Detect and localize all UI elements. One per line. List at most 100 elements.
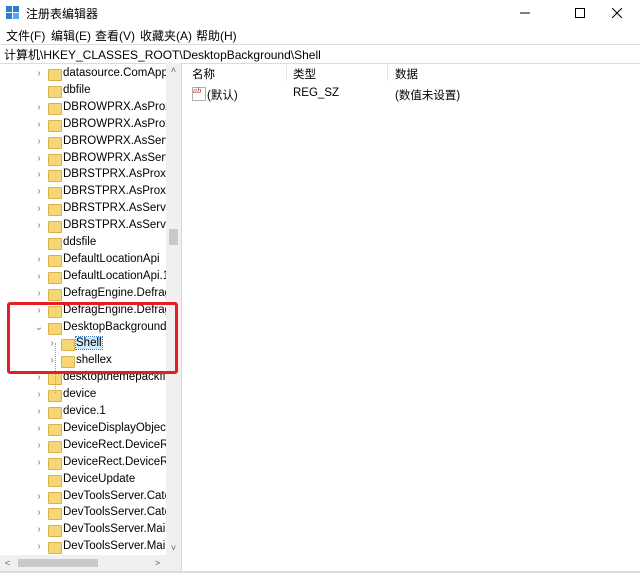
menu-edit[interactable]: 编辑(E) (51, 27, 91, 44)
menu-help[interactable]: 帮助(H) (196, 27, 237, 44)
expand-arrow-icon[interactable]: › (34, 102, 44, 114)
tree-item-label: DevToolsServer.Categ (63, 506, 178, 519)
expand-arrow-icon (34, 237, 44, 249)
expand-arrow-icon[interactable]: › (34, 169, 44, 181)
folder-icon (48, 271, 62, 284)
tree-item[interactable]: › DefaultLocationApi (0, 252, 166, 269)
value-data: (数值未设置) (395, 90, 461, 102)
scroll-thumb[interactable] (169, 229, 178, 245)
tree-item-label: DefaultLocationApi.1 (63, 269, 170, 282)
tree-item[interactable]: › DBROWPRX.AsServer (0, 134, 181, 151)
tree-item[interactable]: › DBROWPRX.AsProxy (0, 100, 177, 117)
folder-icon (48, 508, 62, 521)
folder-icon (48, 153, 62, 166)
tree-item-label: DefaultLocationApi (63, 252, 160, 265)
menu-favorites[interactable]: 收藏夹(A) (140, 27, 192, 44)
close-icon (612, 8, 622, 18)
tree-item[interactable]: › device.1 (0, 404, 166, 421)
tree-item-label: dbfile (63, 83, 91, 96)
tree-item[interactable]: › DBROWPRX.AsServer (0, 151, 181, 168)
tree-item-label: DeviceUpdate (63, 472, 136, 485)
address-path[interactable]: 计算机\HKEY_CLASSES_ROOT\DesktopBackground\… (4, 46, 321, 63)
expand-arrow-icon[interactable]: › (34, 119, 44, 131)
folder-icon (48, 542, 62, 555)
close-button[interactable] (594, 0, 640, 26)
expand-arrow-icon[interactable]: › (34, 136, 44, 148)
tree-item[interactable]: DeviceUpdate (0, 472, 166, 489)
expand-arrow-icon[interactable]: › (34, 440, 44, 452)
value-list: 名称 类型 数据 ab (默认) REG_SZ (数值未设置) (186, 63, 640, 571)
folder-icon (48, 187, 62, 200)
tree-item[interactable]: › DevToolsServer.Categ (0, 505, 177, 522)
column-header-data[interactable]: 数据 (395, 66, 418, 82)
expand-arrow-icon[interactable]: › (34, 524, 44, 536)
folder-icon (48, 525, 62, 538)
tree-item[interactable]: › device (0, 387, 166, 404)
tree-item[interactable]: › DeviceDisplayObject (0, 421, 170, 438)
horizontal-scroll-thumb[interactable] (18, 559, 98, 567)
expand-arrow-icon[interactable]: › (34, 220, 44, 232)
tree-item[interactable]: › DeviceRect.DeviceRec (0, 438, 181, 455)
tree-item-label: DeviceDisplayObject (63, 421, 170, 434)
tree-item[interactable]: › DevToolsServer.Main (0, 539, 172, 556)
tree-item[interactable]: › DefaultLocationApi.1 (0, 269, 170, 286)
expand-arrow-icon[interactable]: › (34, 203, 44, 215)
tree-item-label: DBROWPRX.AsProxy (63, 100, 177, 113)
tree-item[interactable]: › datasource.ComApp> (0, 66, 175, 83)
minimize-icon (520, 12, 530, 14)
tree-item[interactable]: dbfile (0, 83, 166, 100)
tree-item[interactable]: › DevToolsServer.Main (0, 522, 172, 539)
column-separator[interactable] (286, 65, 287, 81)
tree-item[interactable]: › DBRSTPRX.AsProxy.1 (0, 184, 180, 201)
expand-arrow-icon[interactable]: › (34, 406, 44, 418)
scroll-down-arrow-icon[interactable]: ˅ (166, 541, 181, 555)
menu-file[interactable]: 文件(F) (6, 27, 45, 44)
tree-item-label: DBROWPRX.AsServer (63, 134, 182, 147)
tree-item-label: DevToolsServer.Categ (63, 489, 178, 502)
tree-item[interactable]: › DBRSTPRX.AsServer (0, 201, 176, 218)
expand-arrow-icon[interactable]: › (34, 254, 44, 266)
expand-arrow-icon[interactable]: › (34, 389, 44, 401)
expand-arrow-icon[interactable]: › (34, 153, 44, 165)
column-separator[interactable] (387, 65, 388, 81)
maximize-icon (575, 8, 585, 18)
expand-arrow-icon[interactable]: › (34, 423, 44, 435)
tree-item-label: DBRSTPRX.AsProxy (63, 168, 172, 181)
column-header-type[interactable]: 类型 (293, 66, 316, 82)
tree-item[interactable]: › DevToolsServer.Categ (0, 489, 177, 506)
expand-arrow-icon[interactable]: › (34, 457, 44, 469)
tree-item[interactable]: › DeviceRect.DeviceRec (0, 455, 181, 472)
scroll-right-arrow-icon[interactable]: > (150, 556, 165, 570)
expand-arrow-icon[interactable]: › (34, 68, 44, 80)
column-header-name[interactable]: 名称 (192, 66, 215, 82)
scroll-left-arrow-icon[interactable]: < (0, 556, 15, 570)
tree-item[interactable]: › DBROWPRX.AsProxy. (0, 117, 179, 134)
expand-arrow-icon[interactable]: › (34, 186, 44, 198)
address-bar[interactable]: 计算机\HKEY_CLASSES_ROOT\DesktopBackground\… (0, 44, 640, 64)
minimize-button[interactable] (502, 0, 548, 26)
expand-arrow-icon[interactable]: › (34, 271, 44, 283)
folder-icon (48, 491, 62, 504)
folder-icon (48, 288, 62, 301)
scroll-up-arrow-icon[interactable]: ˄ (166, 63, 181, 77)
folder-icon (48, 474, 62, 487)
expand-arrow-icon[interactable]: › (34, 288, 44, 300)
title-bar: 注册表编辑器 (0, 0, 640, 26)
menu-view[interactable]: 查看(V) (95, 27, 135, 44)
expand-arrow-icon[interactable]: › (34, 507, 44, 519)
tree-item-label: DeviceRect.DeviceRec (63, 438, 181, 451)
expand-arrow-icon[interactable]: › (34, 491, 44, 503)
tree-item[interactable]: › DefragEngine.Defrag (0, 286, 171, 303)
window-title: 注册表编辑器 (26, 7, 99, 21)
tree-item[interactable]: › DBRSTPRX.AsProxy (0, 167, 172, 184)
tree-horizontal-scrollbar[interactable]: < > (0, 555, 181, 571)
expand-arrow-icon[interactable]: › (34, 541, 44, 553)
tree-item[interactable]: ddsfile (0, 235, 166, 252)
folder-icon (48, 238, 62, 250)
expand-arrow-icon (34, 474, 44, 486)
tree-item-label: DefragEngine.Defrag (63, 286, 172, 299)
tree-item[interactable]: › DBRSTPRX.AsServer.1 (0, 218, 181, 235)
value-row[interactable]: ab (默认) REG_SZ (数值未设置) (186, 84, 640, 102)
folder-icon (48, 119, 62, 132)
folder-icon (48, 85, 62, 98)
